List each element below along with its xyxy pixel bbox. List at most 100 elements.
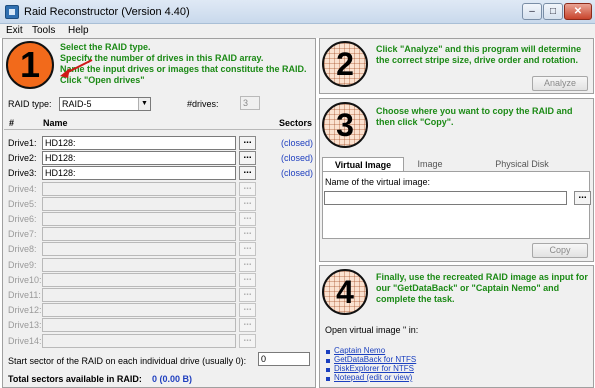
drive-browse-button[interactable]: ... (239, 334, 256, 348)
menu-bar: Exit Tools Help (0, 24, 595, 38)
start-sector-field[interactable]: 0 (258, 352, 310, 366)
step1-line: Select the RAID type. (60, 42, 151, 52)
bullet-icon (326, 359, 330, 363)
link-captain-nemo[interactable]: Captain Nemo (334, 346, 385, 355)
bullet-icon (326, 377, 330, 381)
close-button[interactable]: ✕ (564, 3, 592, 20)
raid-type-value: RAID-5 (62, 99, 92, 109)
drive-label: Drive14: (8, 336, 42, 346)
title-bar: Raid Reconstructor (Version 4.40) – □ ✕ (0, 0, 595, 24)
drive-browse-button[interactable]: ... (239, 303, 256, 317)
destination-tabs: Virtual Image Image Physical Disk (322, 157, 590, 171)
drive-label: Drive2: (8, 153, 37, 163)
maximize-button[interactable]: □ (543, 3, 563, 20)
raid-type-select[interactable]: RAID-5 ▼ (59, 97, 151, 111)
step3-instructions: Choose where you want to copy the RAID a… (376, 106, 573, 127)
drive-browse-button[interactable]: ... (239, 151, 256, 165)
bullet-icon (326, 350, 330, 354)
drive-browse-button[interactable]: ... (239, 318, 256, 332)
drive-browse-button[interactable]: ... (239, 242, 256, 256)
drive-browse-button[interactable]: ... (239, 136, 256, 150)
drive-status: (closed) (281, 153, 314, 163)
virtual-image-name-label: Name of the virtual image: (325, 177, 431, 187)
step1-line: Specify the number of drives in this RAI… (60, 53, 264, 63)
column-sectors-header: Sectors (279, 118, 313, 128)
bullet-icon (326, 368, 330, 372)
drive-status: (closed) (281, 168, 314, 178)
drive-name-field[interactable]: HD128: (42, 151, 236, 165)
drive-name-field[interactable] (42, 318, 236, 332)
drive-status: (closed) (281, 138, 314, 148)
drive-label: Drive4: (8, 184, 37, 194)
column-number-header: # (9, 118, 15, 128)
raid-type-label: RAID type: (8, 99, 52, 109)
drive-browse-button[interactable]: ... (239, 197, 256, 211)
link-getdataback-ntfs[interactable]: GetDataBack for NTFS (334, 355, 416, 364)
drive-label: Drive13: (8, 320, 42, 330)
drive-browse-button[interactable]: ... (239, 212, 256, 226)
drive-browse-button[interactable]: ... (239, 227, 256, 241)
drives-count-label: #drives: (187, 99, 219, 109)
drive-label: Drive5: (8, 199, 37, 209)
analyze-button[interactable]: Analyze (532, 76, 588, 91)
drive-label: Drive1: (8, 138, 37, 148)
step1-line: Click "Open drives" (60, 75, 145, 85)
drive-name-field[interactable] (42, 288, 236, 302)
step4-number: 4 (322, 269, 368, 315)
drive-name-field[interactable] (42, 212, 236, 226)
drive-label: Drive7: (8, 229, 37, 239)
drive-browse-button[interactable]: ... (239, 166, 256, 180)
tab-virtual-image[interactable]: Virtual Image (322, 157, 404, 171)
total-sectors-label: Total sectors available in RAID: (8, 374, 142, 384)
drive-name-field[interactable] (42, 303, 236, 317)
drive-name-field[interactable] (42, 242, 236, 256)
start-sector-label: Start sector of the RAID on each individ… (8, 356, 247, 366)
drive-label: Drive12: (8, 305, 42, 315)
drive-name-field[interactable]: HD128: (42, 136, 236, 150)
drive-label: Drive9: (8, 260, 37, 270)
tab-physical-disk[interactable]: Physical Disk (482, 157, 562, 171)
header-divider (4, 129, 310, 130)
app-icon (5, 5, 19, 19)
link-notepad[interactable]: Notepad (edit or view) (334, 373, 412, 382)
virtual-image-browse-button[interactable]: ... (574, 191, 591, 205)
drive-name-field[interactable] (42, 273, 236, 287)
step2-number: 2 (322, 41, 368, 87)
tab-image[interactable]: Image (408, 157, 452, 171)
minimize-button[interactable]: – (522, 3, 542, 20)
drive-label: Drive3: (8, 168, 37, 178)
drive-browse-button[interactable]: ... (239, 288, 256, 302)
drive-browse-button[interactable]: ... (239, 182, 256, 196)
step1-instructions: Select the RAID type. Specify the number… (60, 42, 315, 86)
drives-count-field[interactable]: 3 (240, 96, 260, 110)
red-arrow-icon (60, 59, 93, 78)
menu-tools[interactable]: Tools (32, 25, 55, 36)
drive-browse-button[interactable]: ... (239, 258, 256, 272)
window-title: Raid Reconstructor (Version 4.40) (24, 6, 190, 18)
menu-help[interactable]: Help (68, 25, 89, 36)
column-name-header: Name (43, 118, 68, 128)
drive-name-field[interactable] (42, 197, 236, 211)
menu-exit[interactable]: Exit (6, 25, 23, 36)
step1-number: 1 (6, 41, 54, 89)
chevron-down-icon: ▼ (138, 98, 150, 110)
total-sectors-value: 0 (0.00 B) (152, 374, 193, 384)
drive-name-field[interactable] (42, 334, 236, 348)
step2-instructions: Click "Analyze" and this program will de… (376, 44, 582, 65)
drive-name-field[interactable] (42, 227, 236, 241)
step3-number: 3 (322, 102, 368, 148)
drive-label: Drive11: (8, 290, 41, 300)
link-diskexplorer-ntfs[interactable]: DiskExplorer for NTFS (334, 364, 414, 373)
drive-label: Drive6: (8, 214, 37, 224)
drive-name-field[interactable]: HD128: (42, 166, 236, 180)
drive-browse-button[interactable]: ... (239, 273, 256, 287)
virtual-image-name-field[interactable] (324, 191, 567, 205)
open-virtual-image-label: Open virtual image " in: (325, 325, 419, 335)
drive-label: Drive8: (8, 244, 37, 254)
step4-instructions: Finally, use the recreated RAID image as… (376, 272, 588, 304)
copy-button[interactable]: Copy (532, 243, 588, 258)
drive-label: Drive10: (8, 275, 42, 285)
step1-line: Name the input drives or images that con… (60, 64, 307, 74)
drive-name-field[interactable] (42, 258, 236, 272)
drive-name-field[interactable] (42, 182, 236, 196)
